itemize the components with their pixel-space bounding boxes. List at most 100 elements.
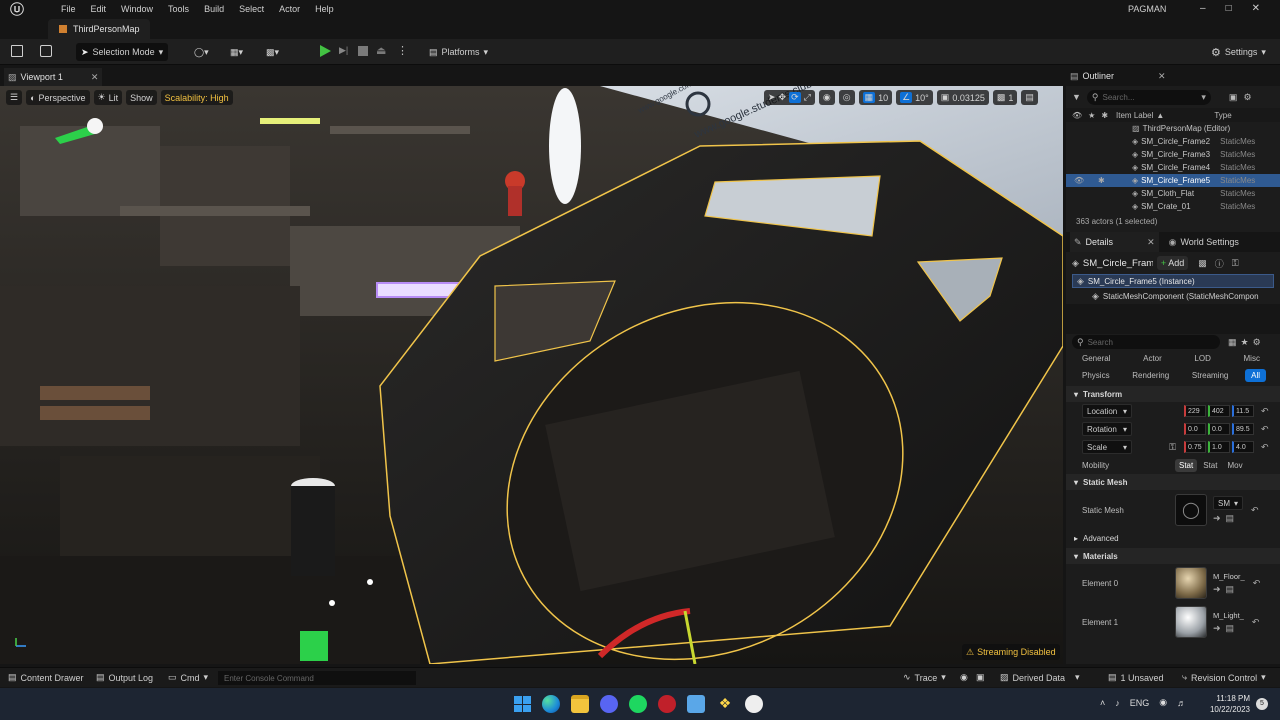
location-dropdown[interactable]: Location ▾ <box>1082 404 1132 418</box>
location-y-field[interactable]: 402 <box>1208 405 1230 417</box>
rotate-tool-icon[interactable]: ⟳ <box>789 92 801 103</box>
menu-window[interactable]: Window <box>121 4 153 14</box>
scale-z-field[interactable]: 4.0 <box>1232 441 1254 453</box>
show-button[interactable]: Show <box>126 90 157 105</box>
close-details-icon[interactable]: ✕ <box>1147 237 1155 248</box>
rotation-dropdown[interactable]: Rotation ▾ <box>1082 422 1132 436</box>
scale-snap-button[interactable]: ▣ 0.03125 <box>936 90 989 105</box>
scale-x-field[interactable]: 0.75 <box>1184 441 1206 453</box>
surface-snap-button[interactable]: ◎ <box>838 90 855 105</box>
instance-row[interactable]: ◈ SM_Circle_Frame5 (Instance) <box>1072 274 1274 288</box>
perspective-button[interactable]: ◐ Perspective <box>26 90 90 105</box>
filter-lod[interactable]: LOD <box>1188 352 1216 365</box>
level-viewport[interactable]: www.google.students.club www.google.com … <box>0 86 1063 664</box>
unreal-logo-icon[interactable] <box>8 0 25 17</box>
close-tab-icon[interactable]: ✕ <box>91 72 99 83</box>
filter-rendering[interactable]: Rendering <box>1126 369 1175 382</box>
reset-icon[interactable]: ↶ <box>1252 617 1260 628</box>
filter-physics[interactable]: Physics <box>1076 369 1116 382</box>
cmd-button[interactable]: ▭ Cmd ▾ <box>168 672 208 683</box>
outliner-row[interactable]: ◈ SM_Circle_Frame4 StaticMes <box>1066 161 1280 174</box>
menu-help[interactable]: Help <box>315 4 334 14</box>
component-row[interactable]: ◈ StaticMeshComponent (StaticMeshCompon <box>1066 288 1280 304</box>
rotation-y-field[interactable]: 0.0 <box>1208 423 1230 435</box>
scale-tool-icon[interactable]: ⤢ <box>804 92 811 103</box>
location-z-field[interactable]: 11.5 <box>1232 405 1254 417</box>
file-explorer-icon[interactable] <box>571 695 589 713</box>
save-icon[interactable] <box>11 45 23 57</box>
reset-icon[interactable]: ↶ <box>1261 406 1269 417</box>
microphone-icon[interactable]: ♪ <box>1115 698 1120 708</box>
record-icon[interactable]: ◉ <box>960 672 968 683</box>
reset-icon[interactable]: ↶ <box>1261 424 1269 435</box>
transform-section[interactable]: ▾ Transform <box>1066 386 1280 402</box>
outliner-row[interactable]: ◈ SM_Circle_Frame2 StaticMes <box>1066 135 1280 148</box>
snapshot-icon[interactable]: ▣ <box>976 672 985 683</box>
static-mesh-section[interactable]: ▾ Static Mesh <box>1066 474 1280 490</box>
settings-button[interactable]: ⚙ Settings ▾ <box>1206 43 1271 61</box>
scale-y-field[interactable]: 1.0 <box>1208 441 1230 453</box>
favorite-icon[interactable]: ★ <box>1241 337 1249 348</box>
world-local-button[interactable]: ◉ <box>818 90 835 105</box>
advanced-section[interactable]: ▸ Advanced <box>1066 530 1280 546</box>
discord-icon[interactable] <box>600 695 618 713</box>
filter-icon[interactable]: ▼ <box>1072 92 1081 102</box>
outliner-row[interactable]: 👁 ✱ ◈ SM_Circle_Frame5 StaticMes <box>1066 174 1280 187</box>
material0-thumbnail[interactable] <box>1175 567 1207 599</box>
static-mesh-dropdown[interactable]: SM ▾ <box>1213 496 1243 510</box>
grid-snap-button[interactable]: ▦ 10 <box>858 90 893 105</box>
derived-data-button[interactable]: ▨ Derived Data ▾ <box>1000 672 1080 683</box>
mobility-option[interactable]: Stat <box>1199 459 1221 472</box>
filter-general[interactable]: General <box>1076 352 1116 365</box>
details-search[interactable]: ⚲ Search <box>1072 335 1220 349</box>
tab-world-settings[interactable]: ◉ World Settings <box>1169 237 1239 248</box>
unsaved-button[interactable]: ▤ 1 Unsaved <box>1108 672 1164 683</box>
outliner-row[interactable]: ◈ SM_Crate_01 StaticMes <box>1066 200 1280 213</box>
object-name[interactable]: SM_Circle_Fram <box>1083 258 1153 269</box>
close-icon[interactable]: ✕ <box>1252 3 1260 14</box>
static-mesh-thumbnail[interactable]: ◯ <box>1175 494 1207 526</box>
maximize-icon[interactable]: □ <box>1226 3 1232 14</box>
mobility-option[interactable]: Mov <box>1223 459 1246 472</box>
table-view-icon[interactable]: ▦ <box>1228 337 1237 348</box>
menu-actor[interactable]: Actor <box>279 4 300 14</box>
filter-misc[interactable]: Misc <box>1238 352 1266 365</box>
menu-build[interactable]: Build <box>204 4 224 14</box>
reset-icon[interactable]: ↶ <box>1253 578 1261 589</box>
outliner-root[interactable]: ▨ ThirdPersonMap (Editor) <box>1066 122 1280 135</box>
language-indicator[interactable]: ENG <box>1130 698 1150 708</box>
element0-value[interactable]: M_Floor_ <box>1213 572 1245 581</box>
lock-icon[interactable]: ⚿ <box>1232 258 1239 269</box>
filter-actor[interactable]: Actor <box>1137 352 1168 365</box>
console-input[interactable]: Enter Console Command <box>218 671 416 685</box>
location-x-field[interactable]: 229 <box>1184 405 1206 417</box>
blueprint-icon[interactable]: ▩ <box>1198 258 1207 269</box>
notepad-icon[interactable] <box>687 695 705 713</box>
close-outliner-icon[interactable]: ✕ <box>1158 71 1166 82</box>
lit-button[interactable]: ☀ Lit <box>93 90 123 105</box>
menu-select[interactable]: Select <box>239 4 264 14</box>
tab-details[interactable]: ✎ Details ✕ <box>1070 232 1159 252</box>
viewport-menu-button[interactable]: ☰ <box>6 90 23 105</box>
use-selected-icon[interactable]: ▤ <box>1226 623 1235 634</box>
visibility-icon[interactable]: 👁 <box>1074 176 1088 185</box>
output-log-button[interactable]: ▤ Output Log <box>96 672 153 683</box>
angle-snap-button[interactable]: ∠ 10° <box>896 90 933 105</box>
use-selected-icon[interactable]: ▤ <box>1226 513 1235 524</box>
spotify-icon[interactable] <box>629 695 647 713</box>
platforms-button[interactable]: ▤ Platforms ▾ <box>424 43 493 61</box>
add-folder-icon[interactable]: ▣ <box>1229 92 1238 103</box>
browse-icon[interactable]: ➜ <box>1213 623 1221 634</box>
tab-viewport-1[interactable]: ▨ Viewport 1 ✕ <box>4 68 103 86</box>
browse-icon[interactable]: ➜ <box>1213 513 1221 524</box>
type-column[interactable]: Type <box>1214 111 1231 120</box>
use-selected-icon[interactable]: ▤ <box>1226 584 1235 595</box>
add-actor-icon[interactable]: ◯▾ <box>194 47 209 58</box>
move-tool-icon[interactable]: ✥ <box>779 92 787 103</box>
eject-icon[interactable]: ⏏ <box>376 44 386 57</box>
trace-button[interactable]: ∿ Trace ▾ <box>903 672 946 683</box>
mobility-option[interactable]: Stat <box>1175 458 1198 472</box>
chevron-up-icon[interactable]: ˄ <box>1100 698 1105 708</box>
browse-icon[interactable]: ➜ <box>1213 584 1221 595</box>
maximize-viewport-button[interactable]: ▤ <box>1021 90 1038 105</box>
